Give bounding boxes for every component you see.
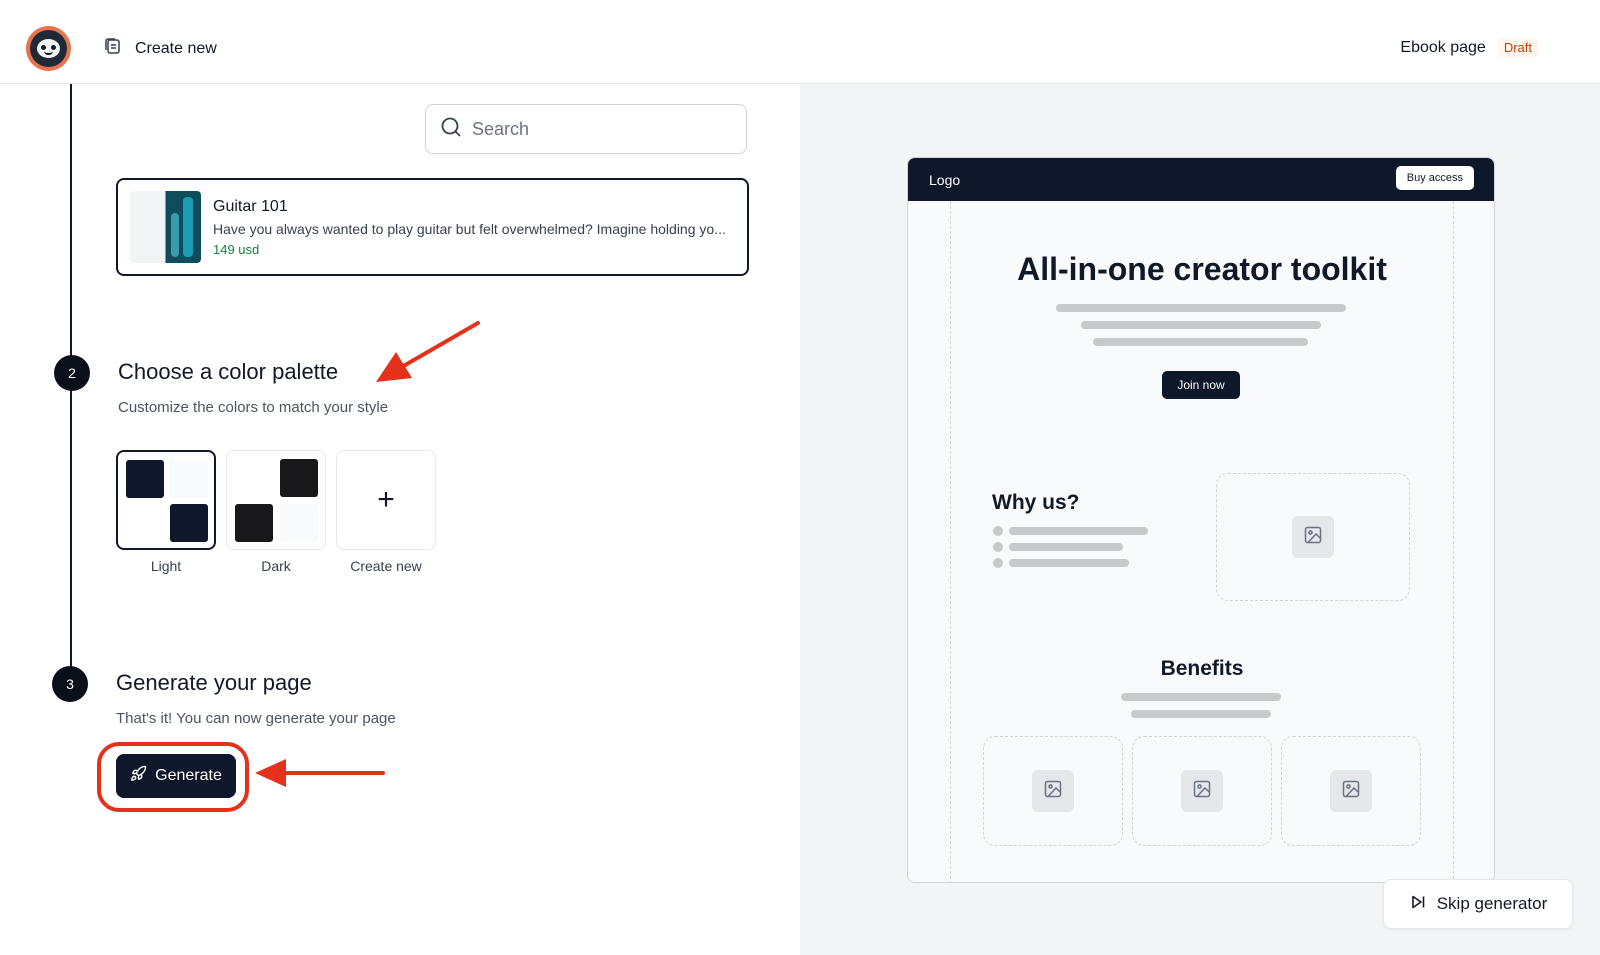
preview-text-line [1056, 304, 1346, 312]
palette-light-label: Light [150, 558, 182, 574]
step-3-number: 3 [52, 666, 88, 702]
generate-button[interactable]: Generate [116, 754, 236, 798]
search-box[interactable] [425, 104, 747, 154]
palette-create-new[interactable]: + Create new [336, 450, 436, 574]
page-type-indicator: Ebook page Draft [1400, 38, 1538, 57]
selected-product-card[interactable]: Guitar 101 Have you always wanted to pla… [116, 178, 749, 276]
bullet-dot [993, 558, 1003, 568]
skip-generator-button[interactable]: Skip generator [1383, 879, 1573, 929]
preview-panel: Logo Buy access All-in-one creator toolk… [800, 84, 1600, 955]
preview-why-title: Why us? [992, 491, 1080, 514]
preview-hero-title: All-in-one creator toolkit [1017, 251, 1387, 287]
preview-guide-right [1453, 201, 1454, 882]
palette-options: Light Dark + Create new [116, 450, 436, 574]
step-3-title: Generate your page [116, 670, 312, 695]
step-2-description: Customize the colors to match your style [118, 399, 389, 416]
create-new-button[interactable]: Create new [103, 36, 217, 61]
bullet-dot [993, 526, 1003, 536]
generator-panel: Guitar 101 Have you always wanted to pla… [0, 84, 800, 955]
image-placeholder [1281, 736, 1421, 846]
app-logo[interactable] [26, 26, 71, 71]
palette-dark-swatch [226, 450, 326, 550]
rocket-icon [130, 765, 147, 787]
step-3-description: That's it! You can now generate your pag… [116, 710, 396, 727]
search-input[interactable] [472, 118, 732, 140]
image-placeholder [1132, 736, 1272, 846]
palette-dark[interactable]: Dark [226, 450, 326, 574]
preview-text-line [1131, 710, 1271, 718]
create-new-label: Create new [135, 39, 217, 57]
product-price: 149 usd [213, 241, 260, 257]
image-icon [1341, 779, 1361, 804]
preview-logo: Logo [929, 172, 961, 188]
skip-forward-icon [1409, 893, 1427, 916]
preview-benefits-title: Benefits [1160, 657, 1244, 680]
image-icon [1043, 779, 1063, 804]
product-description: Have you always wanted to play guitar bu… [213, 220, 726, 237]
image-placeholder [1216, 473, 1410, 601]
preview-text-line [1009, 543, 1123, 551]
palette-dark-label: Dark [261, 558, 291, 574]
preview-text-line [1121, 693, 1281, 701]
preview-guide-left [950, 201, 951, 882]
status-badge: Draft [1497, 38, 1538, 57]
copy-icon [103, 36, 123, 61]
palette-light[interactable]: Light [116, 450, 216, 574]
preview-text-line [1093, 338, 1308, 346]
plus-icon: + [377, 483, 395, 516]
product-title: Guitar 101 [213, 197, 288, 215]
step-2-number: 2 [54, 355, 90, 391]
image-icon [1303, 525, 1323, 550]
image-icon [1192, 779, 1212, 804]
page-preview: Logo Buy access All-in-one creator toolk… [907, 157, 1495, 883]
page-type-label: Ebook page [1400, 38, 1486, 56]
palette-light-swatch [116, 450, 216, 550]
generate-label: Generate [155, 767, 222, 784]
preview-text-line [1009, 559, 1129, 567]
search-icon [440, 116, 462, 143]
image-placeholder [983, 736, 1123, 846]
preview-text-line [1081, 321, 1321, 329]
preview-buy-button[interactable]: Buy access [1395, 166, 1474, 190]
preview-join-button[interactable]: Join now [1162, 371, 1240, 399]
bullet-dot [993, 542, 1003, 552]
preview-text-line [1009, 527, 1148, 535]
skip-generator-label: Skip generator [1436, 894, 1548, 913]
palette-create-new-label: Create new [350, 558, 422, 574]
top-bar: Create new Ebook page Draft [0, 0, 1600, 84]
preview-navbar: Logo Buy access [908, 158, 1494, 201]
step-2-title: Choose a color palette [118, 359, 339, 384]
product-thumbnail [130, 191, 201, 263]
